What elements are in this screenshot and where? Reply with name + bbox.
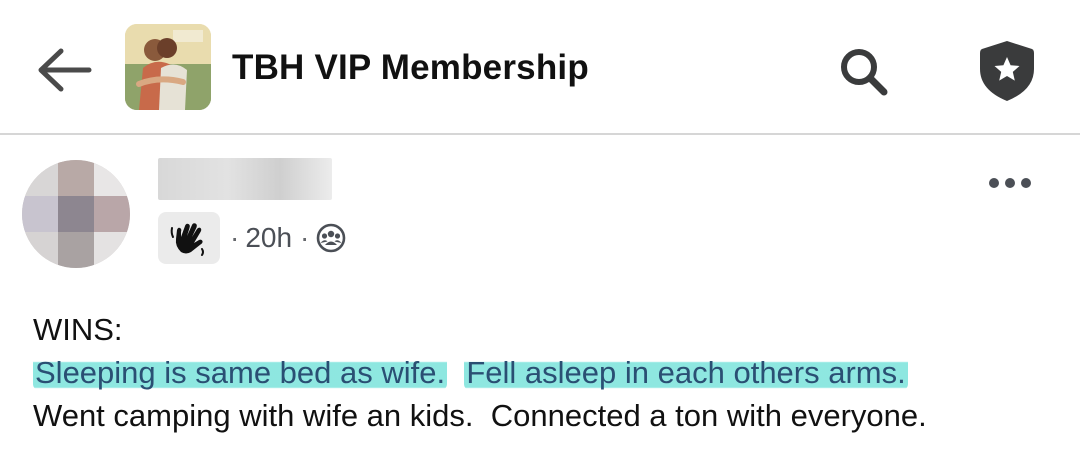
- meta-separator: ·: [230, 222, 240, 253]
- search-button[interactable]: [832, 40, 896, 104]
- more-options-button[interactable]: [984, 168, 1036, 198]
- shield-star-icon: [980, 41, 1034, 101]
- post-text-line: Went camping with wife an kids. Connecte…: [33, 398, 927, 433]
- group-cover-image: [125, 24, 211, 110]
- group-title[interactable]: TBH VIP Membership: [232, 48, 589, 88]
- avatar-pixel: [94, 160, 130, 196]
- highlighted-text: Sleeping is same bed as wife.: [33, 355, 448, 390]
- highlighted-text: Fell asleep in each others arms.: [464, 355, 908, 390]
- back-button[interactable]: [28, 38, 100, 102]
- more-options-icon: [989, 178, 1031, 188]
- avatar-pixel: [94, 196, 130, 232]
- member-badge[interactable]: [158, 212, 220, 264]
- post-highlighted-line: Sleeping is same bed as wife. Fell aslee…: [33, 351, 1053, 394]
- meta-separator: ·: [300, 222, 310, 253]
- avatar-pixel: [94, 232, 130, 268]
- avatar-pixel: [22, 160, 58, 196]
- search-icon: [841, 49, 888, 96]
- group-avatar[interactable]: [125, 24, 211, 110]
- author-name-redacted[interactable]: [158, 158, 332, 200]
- app-header: TBH VIP Membership: [0, 0, 1080, 135]
- post-timestamp[interactable]: 20h: [245, 222, 292, 254]
- group-members-icon[interactable]: [315, 222, 347, 254]
- arrow-left-icon: [38, 48, 92, 92]
- waving-hand-icon: [170, 223, 204, 256]
- avatar-pixel: [22, 232, 58, 268]
- avatar-pixel: [58, 232, 94, 268]
- post-meta: · 20h ·: [226, 222, 347, 254]
- avatar-pixel: [22, 196, 58, 232]
- post-heading: WINS:: [33, 312, 123, 347]
- avatar-pixel: [58, 196, 94, 232]
- author-avatar[interactable]: [22, 160, 130, 268]
- post-body: WINS: Sleeping is same bed as wife. Fell…: [33, 308, 1053, 437]
- admin-tools-button[interactable]: [972, 36, 1042, 106]
- avatar-pixel: [58, 160, 94, 196]
